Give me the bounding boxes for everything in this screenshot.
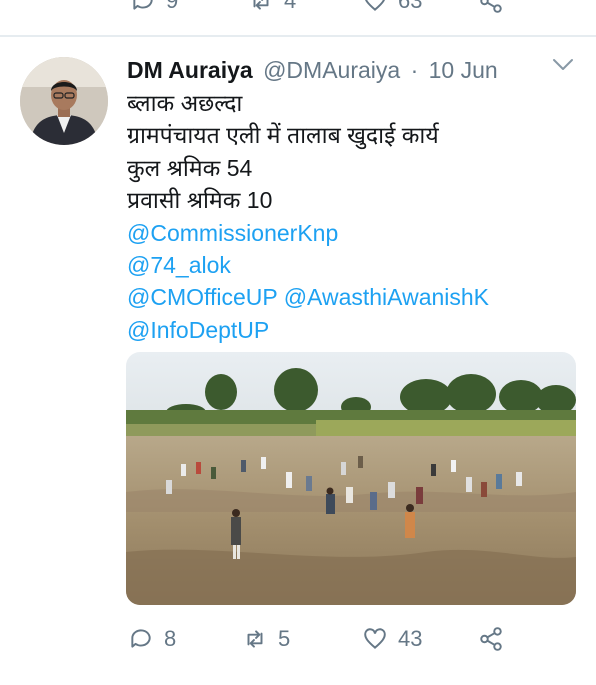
tweet-text: ब्लाक अछल्दा ग्रामपंचायत एली में तालाब ख…	[127, 87, 577, 346]
mention-link[interactable]: @InfoDeptUP	[127, 314, 577, 346]
mention-link[interactable]: @CommissionerKnp	[127, 217, 577, 249]
retweet-button[interactable]: 5	[242, 626, 290, 652]
author-handle[interactable]: @DMAuraiya	[263, 57, 400, 83]
reply-button[interactable]: 8	[128, 626, 176, 652]
previous-share-button[interactable]	[478, 0, 504, 14]
mention-link[interactable]: @74_alok	[127, 249, 577, 281]
tweet-line: ब्लाक अछल्दा	[127, 90, 243, 116]
tweet-line: कुल श्रमिक 54	[127, 154, 253, 181]
reply-count: 8	[164, 626, 177, 651]
like-icon	[364, 628, 386, 649]
share-button[interactable]	[478, 626, 504, 652]
tweet-divider	[0, 35, 596, 37]
tweet-photo[interactable]	[126, 352, 576, 605]
previous-retweet-button[interactable]: 4	[248, 0, 296, 14]
retweet-icon	[247, 630, 263, 648]
author-name[interactable]: DM Auraiya	[127, 57, 253, 83]
tweet-line: ग्रामपंचायत एली में तालाब खुदाई कार्य	[127, 122, 439, 149]
tweet-action-bar: 8 5 43	[0, 620, 596, 660]
tweet-header: DM Auraiya @DMAuraiya · 10 Jun	[127, 55, 576, 85]
avatar[interactable]	[20, 57, 108, 145]
like-button[interactable]: 43	[362, 626, 422, 652]
previous-retweet-count: 4	[284, 0, 297, 13]
previous-reply-count: 9	[166, 0, 179, 13]
share-icon	[480, 627, 502, 651]
reply-icon	[131, 629, 151, 648]
previous-reply-button[interactable]: 9	[130, 0, 178, 14]
header-separator: ·	[410, 57, 419, 83]
like-count: 43	[398, 626, 423, 651]
retweet-count: 5	[278, 626, 291, 651]
like-icon	[365, 0, 385, 11]
profile-photo	[20, 57, 108, 145]
share-icon	[480, 0, 502, 13]
previous-like-count: 63	[398, 0, 423, 13]
mention-link[interactable]: @CMOfficeUP @AwasthiAwanishK	[127, 281, 577, 313]
previous-like-button[interactable]: 63	[362, 0, 422, 14]
tweet-date[interactable]: 10 Jun	[429, 57, 498, 83]
pond-digging-photo	[126, 352, 576, 605]
reply-icon	[133, 0, 153, 10]
chevron-down-icon[interactable]	[552, 58, 574, 72]
retweet-icon	[253, 0, 269, 10]
tweet-line: प्रवासी श्रमिक 10	[127, 187, 273, 214]
previous-tweet-action-bar: 9 4 63	[0, 0, 596, 20]
